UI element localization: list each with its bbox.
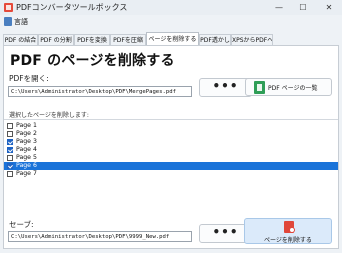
pdf-app-icon (4, 3, 13, 12)
maximize-button[interactable]: ☐ (294, 0, 312, 15)
page-item[interactable]: Page 2 (4, 130, 338, 138)
minimize-button[interactable]: — (270, 0, 288, 15)
title-bar: PDFコンバータツールボックス — ☐ ✕ (0, 0, 342, 15)
tab-split[interactable]: PDF の分割 (38, 34, 74, 45)
tab-delete-pages[interactable]: ページを削除する (146, 32, 199, 45)
page-label: Page 6 (16, 162, 37, 169)
page-label: Page 5 (16, 154, 37, 161)
page-checkbox[interactable] (7, 131, 13, 137)
page-title: PDF のページを削除する (10, 53, 175, 69)
open-pdf-label: PDFを開く: (9, 74, 49, 83)
page-list-button-label: PDF ページの一覧 (268, 85, 318, 92)
page-item[interactable]: Page 4 (4, 146, 338, 154)
page-item[interactable]: Page 7 (4, 170, 338, 178)
pdf-delete-icon (284, 221, 295, 233)
open-path-field[interactable]: C:\Users\Administrator\Desktop\PDF\Merge… (8, 86, 192, 97)
page-checkbox[interactable] (7, 171, 13, 177)
menu-language[interactable]: 言語 (14, 17, 28, 27)
page-list-button[interactable]: PDF ページの一覧 (245, 78, 332, 96)
app-window: PDFコンバータツールボックス — ☐ ✕ 言語 PDF の結合 PDF の分割… (0, 0, 342, 253)
tab-xps-to-pdf[interactable]: XPSからPDFへ (231, 34, 273, 45)
page-checkbox[interactable] (7, 163, 13, 169)
tab-compress[interactable]: PDFを圧縮 (110, 34, 146, 45)
tab-merge[interactable]: PDF の結合 (3, 34, 38, 45)
page-checklist: Page 1 Page 2 Page 3 Page 4 Page 5 Page … (4, 119, 338, 208)
delete-pages-button[interactable]: ページを削除する (244, 218, 332, 244)
select-pages-label: 選択したページを削除します: (9, 112, 89, 119)
save-path-field[interactable]: C:\Users\Administrator\Desktop\PDF\9999_… (8, 231, 192, 242)
tab-strip: PDF の結合 PDF の分割 PDFを変換 PDFを圧縮 ページを削除する P… (3, 32, 339, 45)
page-item[interactable]: Page 5 (4, 154, 338, 162)
close-button[interactable]: ✕ (320, 0, 338, 15)
language-icon (4, 17, 12, 26)
delete-pages-button-label: ページを削除する (264, 237, 312, 244)
menu-bar (0, 15, 342, 30)
page-checkbox[interactable] (7, 155, 13, 161)
page-checkbox[interactable] (7, 139, 13, 145)
page-label: Page 4 (16, 146, 37, 153)
page-label: Page 3 (16, 138, 37, 145)
pdf-list-icon (254, 81, 265, 94)
window-title: PDFコンバータツールボックス (16, 3, 128, 12)
tab-convert[interactable]: PDFを変換 (74, 34, 110, 45)
page-label: Page 2 (16, 130, 37, 137)
page-item[interactable]: Page 3 (4, 138, 338, 146)
tab-watermark[interactable]: PDF透かし (199, 34, 231, 45)
page-item-selected[interactable]: Page 6 (4, 162, 338, 170)
page-checkbox[interactable] (7, 147, 13, 153)
page-label: Page 7 (16, 170, 37, 177)
save-label: セーブ: (9, 220, 34, 229)
page-item[interactable]: Page 1 (4, 122, 338, 130)
page-label: Page 1 (16, 122, 37, 129)
page-checkbox[interactable] (7, 123, 13, 129)
